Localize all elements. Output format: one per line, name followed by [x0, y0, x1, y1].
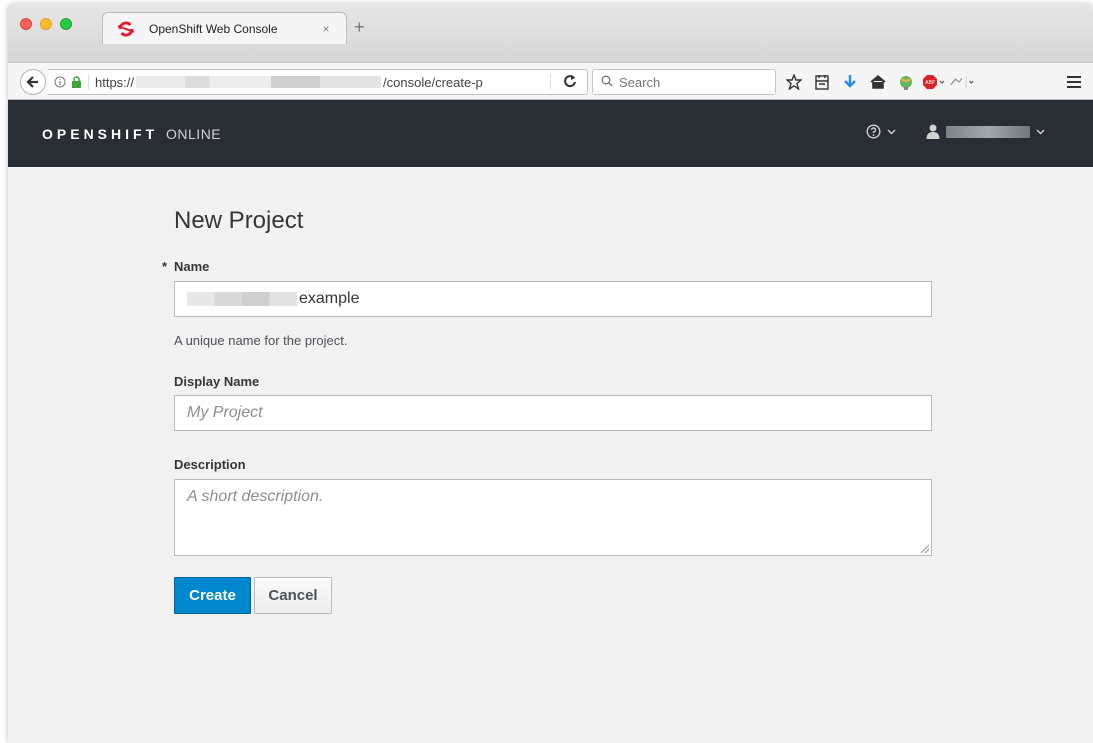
- browser-window: OpenShift Web Console × + https:// /cons…: [8, 4, 1093, 743]
- name-input-value: example: [299, 290, 360, 307]
- svg-text:ABP: ABP: [925, 80, 935, 86]
- chevron-down-icon: [887, 129, 896, 134]
- page-title: New Project: [174, 207, 304, 234]
- tab-strip: OpenShift Web Console × +: [8, 4, 1093, 62]
- user-menu[interactable]: [926, 124, 1045, 139]
- brand-name: OPENSHIFT: [42, 126, 159, 142]
- chevron-down-icon: [1036, 129, 1045, 134]
- help-menu[interactable]: [866, 124, 896, 139]
- hamburger-menu-icon[interactable]: [1063, 71, 1085, 93]
- description-textarea[interactable]: A short description.: [174, 479, 932, 556]
- help-icon: [866, 124, 881, 139]
- bookmark-star-icon[interactable]: [780, 71, 808, 93]
- display-name-input[interactable]: My Project: [174, 395, 932, 431]
- lock-icon[interactable]: [71, 76, 82, 88]
- required-marker: *: [162, 259, 168, 274]
- adblock-icon[interactable]: ABP: [920, 71, 948, 93]
- page-content: New Project * Name example A unique name…: [8, 167, 1093, 743]
- new-tab-button[interactable]: +: [354, 18, 365, 36]
- cancel-button[interactable]: Cancel: [254, 577, 332, 614]
- back-arrow-icon: [26, 76, 38, 88]
- search-placeholder: Search: [619, 74, 661, 90]
- reload-icon[interactable]: [563, 74, 577, 92]
- address-bar[interactable]: https:// /console/create-p: [48, 69, 588, 95]
- browser-tab[interactable]: OpenShift Web Console ×: [102, 12, 347, 44]
- brand-product: ONLINE: [166, 126, 222, 142]
- zoom-window-button[interactable]: [60, 18, 72, 30]
- home-icon[interactable]: [864, 71, 892, 93]
- app-masthead: OPENSHIFT ONLINE: [8, 100, 1093, 167]
- openshift-logo-icon: [117, 20, 135, 38]
- url-suffix: /console/create-p: [383, 74, 483, 90]
- create-button[interactable]: Create: [174, 577, 251, 614]
- tab-title: OpenShift Web Console: [149, 21, 278, 36]
- tab-close-icon[interactable]: ×: [316, 22, 336, 36]
- extension-globe-icon[interactable]: [892, 71, 920, 93]
- extension-dropdown-icon[interactable]: [948, 71, 976, 93]
- minimize-window-button[interactable]: [40, 18, 52, 30]
- display-name-label: Display Name: [174, 374, 260, 389]
- description-placeholder: A short description.: [187, 488, 324, 505]
- download-icon[interactable]: [836, 71, 864, 93]
- name-label: Name: [174, 259, 210, 274]
- close-window-button[interactable]: [20, 18, 32, 30]
- redacted-username: [946, 125, 1030, 138]
- name-help-text: A unique name for the project.: [174, 333, 348, 348]
- url-text: https:// /console/create-p: [95, 75, 483, 90]
- display-name-placeholder: My Project: [187, 404, 263, 421]
- url-prefix: https://: [95, 74, 135, 90]
- navigation-bar: https:// /console/create-p Search ABP: [8, 62, 1093, 100]
- search-input[interactable]: Search: [592, 69, 776, 95]
- reading-list-icon[interactable]: [808, 71, 836, 93]
- user-icon: [926, 124, 940, 139]
- description-label: Description: [174, 457, 246, 472]
- redacted-name-prefix: [187, 292, 297, 306]
- info-icon[interactable]: [54, 76, 66, 88]
- brand-logo[interactable]: OPENSHIFT ONLINE: [42, 126, 221, 142]
- redacted-url-segment: [136, 76, 382, 88]
- resize-handle-icon[interactable]: [921, 545, 929, 553]
- back-button[interactable]: [20, 69, 46, 95]
- name-input[interactable]: example: [174, 281, 932, 317]
- search-icon: [601, 75, 613, 90]
